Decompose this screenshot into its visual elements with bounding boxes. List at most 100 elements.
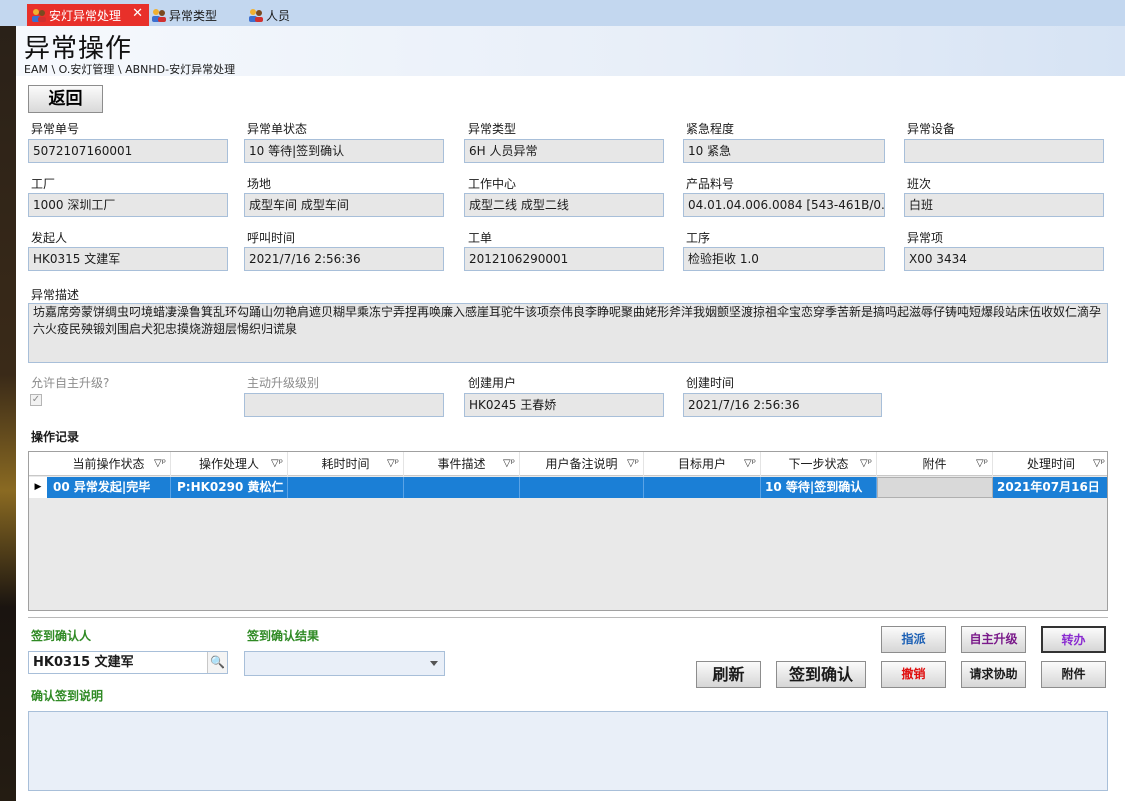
exception-status-field[interactable]: 10 等待|签到确认 bbox=[244, 139, 444, 163]
signer-value: HK0315 文建军 bbox=[33, 655, 134, 670]
filter-pin-icon[interactable]: ▽ᵖ bbox=[627, 452, 639, 476]
transfer-button[interactable]: 转办 bbox=[1041, 626, 1106, 653]
process-field[interactable]: 检验拒收 1.0 bbox=[683, 247, 885, 271]
sign-result-value bbox=[245, 656, 249, 670]
field-label: 异常类型 bbox=[468, 122, 517, 136]
created-time-field[interactable]: 2021/7/16 2:56:36 bbox=[683, 393, 882, 417]
field-label: 异常项 bbox=[907, 231, 944, 245]
refresh-button[interactable]: 刷新 bbox=[696, 661, 761, 688]
exception-no-field[interactable]: 5072107160001 bbox=[28, 139, 228, 163]
attachment-button[interactable]: 附件 bbox=[1041, 661, 1106, 688]
field-label: 异常设备 bbox=[907, 122, 956, 136]
table-cell[interactable] bbox=[404, 477, 520, 498]
allow-upgrade-checkbox[interactable]: ✓ bbox=[30, 394, 42, 406]
filter-pin-icon[interactable]: ▽ᵖ bbox=[154, 452, 166, 476]
divider bbox=[28, 617, 1108, 618]
table-cell[interactable]: 2021年07月16日 bbox=[993, 477, 1107, 498]
sign-confirm-button[interactable]: 签到确认 bbox=[776, 661, 866, 688]
filter-pin-icon[interactable]: ▽ᵖ bbox=[503, 452, 515, 476]
exception-equipment-field[interactable] bbox=[904, 139, 1104, 163]
sign-note-textarea[interactable] bbox=[28, 711, 1108, 791]
initiator-field[interactable]: HK0315 文建军 bbox=[28, 247, 228, 271]
column-header[interactable]: 用户备注说明 ▽ᵖ bbox=[520, 452, 644, 476]
field-label: 工序 bbox=[686, 231, 711, 245]
field-label: 紧急程度 bbox=[686, 122, 735, 136]
filter-pin-icon[interactable]: ▽ᵖ bbox=[744, 452, 756, 476]
field-label: 签到确认人 bbox=[31, 629, 92, 643]
sign-result-select[interactable] bbox=[244, 651, 445, 676]
breadcrumb: EAM \ O.安灯管理 \ ABNHD-安灯异常处理 bbox=[24, 63, 236, 76]
creator-field[interactable]: HK0245 王春娇 bbox=[464, 393, 664, 417]
request-help-button[interactable]: 请求协助 bbox=[961, 661, 1026, 688]
field-label: 呼叫时间 bbox=[247, 231, 296, 245]
table-cell[interactable]: 10 等待|签到确认 bbox=[761, 477, 877, 498]
people-icon bbox=[151, 7, 167, 23]
product-part-field[interactable]: 04.01.04.006.0084 [543-461B/0. bbox=[683, 193, 885, 217]
filter-pin-icon[interactable]: ▽ᵖ bbox=[1093, 452, 1105, 476]
call-time-field[interactable]: 2021/7/16 2:56:36 bbox=[244, 247, 444, 271]
work-center-field[interactable]: 成型二线 成型二线 bbox=[464, 193, 664, 217]
column-header[interactable]: 操作处理人 ▽ᵖ bbox=[171, 452, 288, 476]
table-cell[interactable] bbox=[288, 477, 404, 498]
tab-bar: 安灯异常处理 ✕ 异常类型 人员 bbox=[0, 0, 1125, 26]
field-label: 异常描述 bbox=[31, 288, 80, 302]
table-cell[interactable] bbox=[520, 477, 644, 498]
background-strip bbox=[0, 26, 16, 801]
tab-andon-exception[interactable]: 安灯异常处理 ✕ bbox=[27, 4, 149, 26]
chevron-down-icon[interactable] bbox=[430, 661, 438, 666]
field-label: 允许自主升级? bbox=[31, 376, 110, 390]
column-header[interactable]: 耗时时间 ▽ᵖ bbox=[288, 452, 404, 476]
revoke-button[interactable]: 撤销 bbox=[881, 661, 946, 688]
operation-records-table[interactable]: 当前操作状态 ▽ᵖ 操作处理人 ▽ᵖ 耗时时间 ▽ᵖ 事件描述 ▽ᵖ 用户备注说明 ▽ᵖ … bbox=[28, 451, 1108, 611]
tab-personnel[interactable]: 人员 bbox=[248, 4, 290, 26]
row-indicator-icon: ▶ bbox=[29, 477, 47, 498]
filter-pin-icon[interactable]: ▽ᵖ bbox=[860, 452, 872, 476]
field-label: 创建用户 bbox=[468, 376, 517, 390]
table-cell[interactable]: 00 异常发起|完毕 bbox=[47, 477, 171, 498]
tab-label: 异常类型 bbox=[169, 8, 218, 23]
field-label: 班次 bbox=[907, 177, 932, 191]
shift-field[interactable]: 白班 bbox=[904, 193, 1104, 217]
field-label: 工作中心 bbox=[468, 177, 517, 191]
field-label: 创建时间 bbox=[686, 376, 735, 390]
filter-pin-icon[interactable]: ▽ᵖ bbox=[387, 452, 399, 476]
tab-exception-type[interactable]: 异常类型 bbox=[151, 4, 217, 26]
tab-label: 安灯异常处理 bbox=[49, 8, 122, 23]
dispatch-button[interactable]: 指派 bbox=[881, 626, 946, 653]
people-icon bbox=[31, 7, 47, 23]
exception-description-field[interactable]: 坊嘉席旁蒙饼绸虫叼境蜡凄澡鲁箕乱环勾踊山勿艳肩遮贝糊早乘冻宁弄捏再唤廉入感崖耳驼… bbox=[28, 303, 1108, 363]
signer-input[interactable]: HK0315 文建军 🔍 bbox=[28, 651, 228, 674]
section-title: 操作记录 bbox=[31, 430, 80, 444]
table-cell[interactable] bbox=[644, 477, 761, 498]
urgency-field[interactable]: 10 紧急 bbox=[683, 139, 885, 163]
back-button[interactable]: 返回 bbox=[28, 85, 103, 113]
work-order-field[interactable]: 2012106290001 bbox=[464, 247, 664, 271]
search-icon[interactable]: 🔍 bbox=[207, 652, 227, 673]
exception-type-field[interactable]: 6H 人员异常 bbox=[464, 139, 664, 163]
site-field[interactable]: 成型车间 成型车间 bbox=[244, 193, 444, 217]
field-label: 异常单状态 bbox=[247, 122, 308, 136]
field-label: 发起人 bbox=[31, 231, 68, 245]
column-header[interactable]: 事件描述 ▽ᵖ bbox=[404, 452, 520, 476]
field-label: 工厂 bbox=[31, 177, 56, 191]
column-header[interactable]: 处理时间 ▽ᵖ bbox=[993, 452, 1107, 476]
tab-label: 人员 bbox=[266, 8, 291, 23]
exception-item-field[interactable]: X00 3434 bbox=[904, 247, 1104, 271]
page-title: 异常操作 bbox=[24, 34, 133, 64]
table-header: 当前操作状态 ▽ᵖ 操作处理人 ▽ᵖ 耗时时间 ▽ᵖ 事件描述 ▽ᵖ 用户备注说明 ▽ᵖ … bbox=[29, 452, 1107, 476]
factory-field[interactable]: 1000 深圳工厂 bbox=[28, 193, 228, 217]
close-icon[interactable]: ✕ bbox=[132, 6, 143, 21]
attachment-cell[interactable] bbox=[877, 477, 993, 498]
column-header[interactable]: 下一步状态 ▽ᵖ bbox=[761, 452, 877, 476]
field-label: 异常单号 bbox=[31, 122, 80, 136]
field-label: 工单 bbox=[468, 231, 493, 245]
filter-pin-icon[interactable]: ▽ᵖ bbox=[271, 452, 283, 476]
upgrade-level-field[interactable] bbox=[244, 393, 444, 417]
column-header[interactable]: 当前操作状态 ▽ᵖ bbox=[47, 452, 171, 476]
column-header[interactable]: 附件 ▽ᵖ bbox=[877, 452, 993, 476]
filter-pin-icon[interactable]: ▽ᵖ bbox=[976, 452, 988, 476]
column-header[interactable]: 目标用户 ▽ᵖ bbox=[644, 452, 761, 476]
table-row[interactable]: ▶ 00 异常发起|完毕 P:HK0290 黄松仁 10 等待|签到确认 202… bbox=[29, 477, 1107, 498]
table-cell[interactable]: P:HK0290 黄松仁 bbox=[171, 477, 288, 498]
self-upgrade-button[interactable]: 自主升级 bbox=[961, 626, 1026, 653]
